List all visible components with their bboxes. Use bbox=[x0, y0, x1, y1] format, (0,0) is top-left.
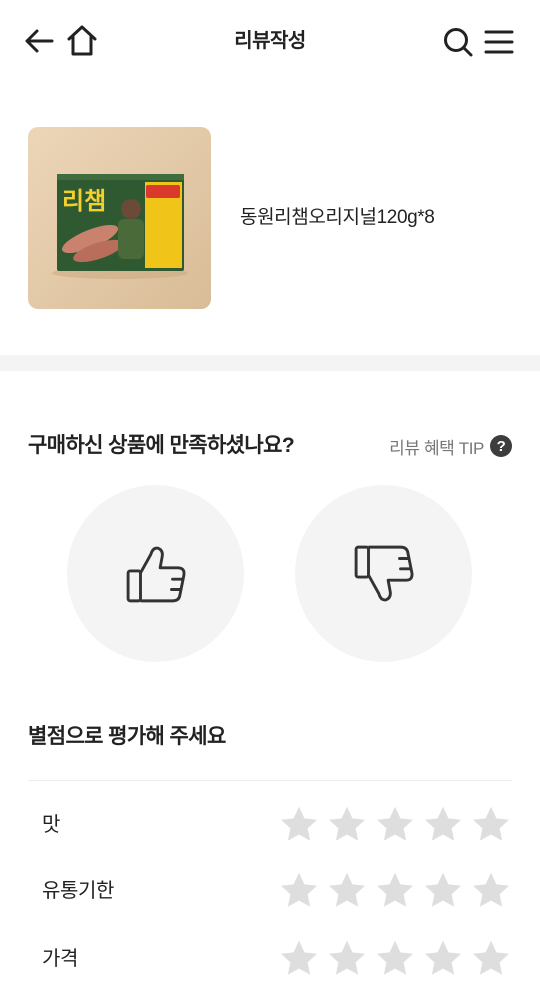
star-icon[interactable] bbox=[470, 938, 512, 980]
star-icon[interactable] bbox=[470, 804, 512, 846]
thumbs-up-icon bbox=[126, 546, 185, 602]
star-icon[interactable] bbox=[374, 938, 416, 980]
star-icon[interactable] bbox=[470, 870, 512, 912]
rating-heading: 별점으로 평가해 주세요 bbox=[28, 725, 226, 748]
thumbs-down-button[interactable] bbox=[295, 485, 472, 662]
star-icon[interactable] bbox=[422, 938, 464, 980]
thumbs-up-button[interactable] bbox=[67, 485, 244, 662]
review-tip-link[interactable]: 리뷰 혜택 TIP ? bbox=[389, 433, 512, 459]
rating-label-expiry: 유통기한 bbox=[42, 880, 114, 902]
rating-divider bbox=[28, 780, 512, 781]
star-icon[interactable] bbox=[278, 804, 320, 846]
star-icon[interactable] bbox=[422, 870, 464, 912]
help-icon: ? bbox=[490, 435, 512, 457]
star-icon[interactable] bbox=[278, 870, 320, 912]
product-image: 리챔 bbox=[28, 127, 211, 309]
star-icon[interactable] bbox=[374, 870, 416, 912]
menu-button[interactable] bbox=[482, 25, 516, 59]
star-icon[interactable] bbox=[326, 804, 368, 846]
search-button[interactable] bbox=[441, 25, 475, 59]
star-rating-expiry bbox=[278, 870, 512, 912]
rating-label-price: 가격 bbox=[42, 948, 78, 970]
star-icon[interactable] bbox=[326, 870, 368, 912]
menu-icon bbox=[484, 30, 514, 54]
star-icon[interactable] bbox=[374, 804, 416, 846]
section-divider bbox=[0, 355, 540, 371]
search-icon bbox=[444, 28, 473, 57]
thumbs-down-icon bbox=[354, 545, 413, 601]
rating-label-taste: 맛 bbox=[42, 814, 60, 836]
satisfaction-question: 구매하신 상품에 만족하셨나요? bbox=[28, 434, 295, 457]
star-rating-taste bbox=[278, 804, 512, 846]
product-name: 동원리챔오리지널120g*8 bbox=[240, 207, 435, 228]
star-icon[interactable] bbox=[278, 938, 320, 980]
star-icon[interactable] bbox=[422, 804, 464, 846]
star-rating-price bbox=[278, 938, 512, 980]
review-tip-label: 리뷰 혜택 TIP bbox=[389, 438, 484, 458]
package-logo: 리챔 bbox=[62, 187, 106, 215]
star-icon[interactable] bbox=[326, 938, 368, 980]
